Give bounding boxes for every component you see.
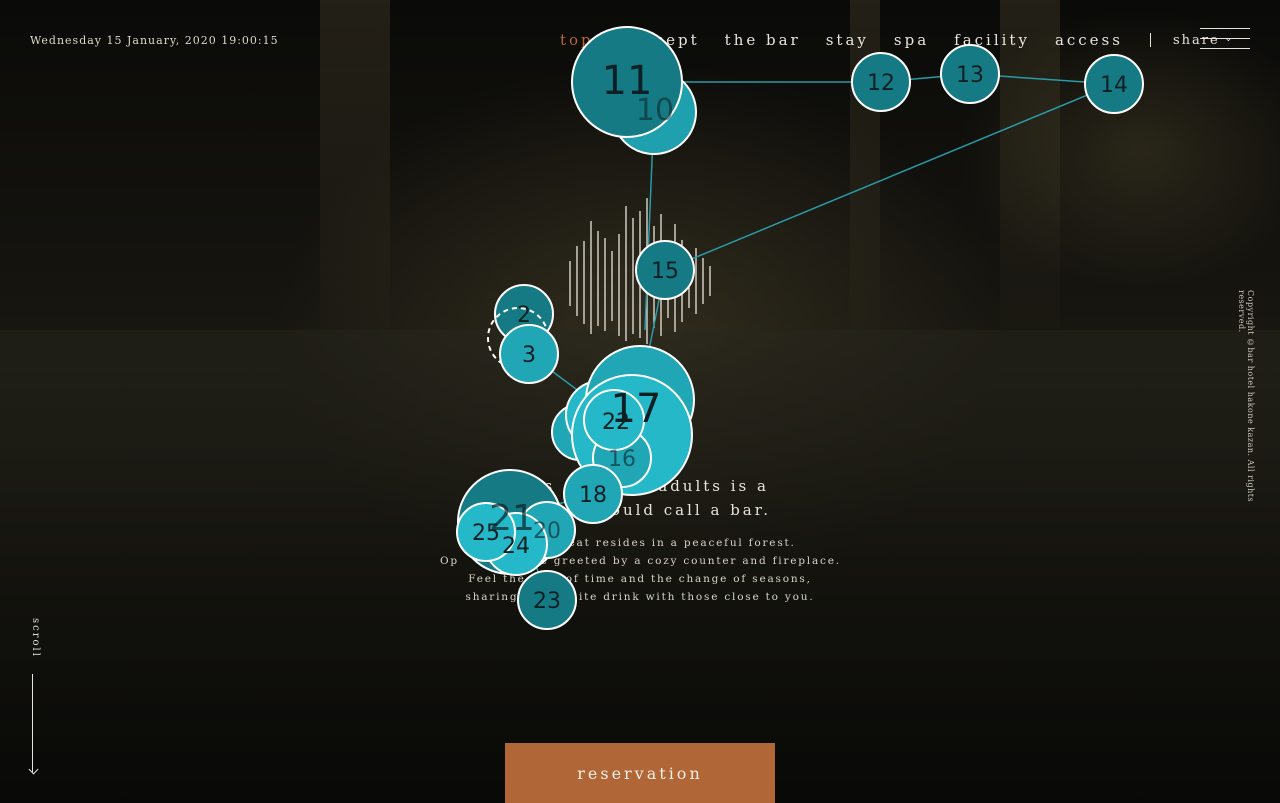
sound-wave-icon xyxy=(569,198,711,344)
hero-lead-line: This r for adults is a xyxy=(511,477,769,495)
hero-body-line: Feel the flow of time and the change of … xyxy=(468,573,812,585)
main-nav: top concept the bar stay spa facility ac… xyxy=(560,30,1234,50)
nav-stay[interactable]: stay xyxy=(826,30,869,50)
hero-body-line: Op do be greeted by a cozy counter and f… xyxy=(440,555,841,567)
scroll-indicator-line[interactable] xyxy=(32,674,33,772)
nav-the-bar[interactable]: the bar xyxy=(725,30,801,50)
hero-body: xury retreat resides in a peaceful fores… xyxy=(440,534,840,606)
hero-body-line: xury retreat resides in a peaceful fores… xyxy=(484,537,796,549)
scroll-label: scroll xyxy=(30,618,41,658)
nav-separator xyxy=(1149,33,1151,47)
hero-body-line: sharing exquisite drink with those close… xyxy=(465,591,815,603)
hero-lead: This r for adults is a you could call a … xyxy=(490,474,790,522)
hero-title: te| xyxy=(612,393,668,426)
current-datetime: Wednesday 15 January, 2020 19:00:15 xyxy=(30,34,279,47)
nav-access[interactable]: access xyxy=(1055,30,1123,50)
nav-top[interactable]: top xyxy=(560,30,594,50)
copyright: Copyright ©bar hotel hakone kazan. All r… xyxy=(1237,290,1255,503)
reservation-button[interactable]: reservation xyxy=(505,743,775,803)
hero-lead-line: you could call a bar. xyxy=(508,501,772,519)
nav-concept[interactable]: concept xyxy=(619,30,700,50)
nav-facility[interactable]: facility xyxy=(954,30,1030,50)
nav-spa[interactable]: spa xyxy=(894,30,929,50)
hamburger-icon[interactable] xyxy=(1200,28,1250,50)
